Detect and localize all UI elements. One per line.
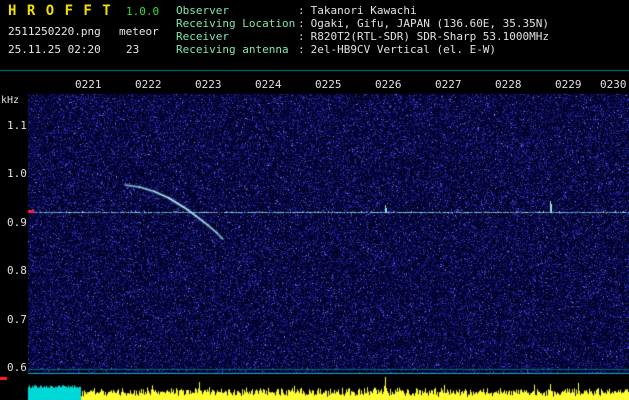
info-label: Observer — [176, 4, 298, 17]
x-tick-label: 0229 — [555, 78, 582, 91]
info-label: Receiving Location — [176, 17, 298, 30]
x-tick-label: 0225 — [315, 78, 342, 91]
y-tick-label: 1.0 — [7, 167, 27, 180]
app-version: 1.0.0 — [126, 5, 159, 18]
info-row-location: Receiving Location: Ogaki, Gifu, JAPAN (1… — [176, 17, 549, 30]
info-value: Ogaki, Gifu, JAPAN (136.60E, 35.35N) — [311, 17, 549, 30]
y-tick-label: 0.6 — [7, 361, 27, 374]
info-value: 2el-HB9CV Vertical (el. E-W) — [311, 43, 496, 56]
x-tick-label: 0224 — [255, 78, 282, 91]
info-row-receiver: Receiver: R820T2(RTL-SDR) SDR-Sharp 53.10… — [176, 30, 549, 43]
info-row-antenna: Receiving antenna:2el-HB9CV Vertical (el… — [176, 43, 549, 56]
x-tick-label: 0227 — [435, 78, 462, 91]
x-tick-label: 0230 — [600, 78, 627, 91]
info-value: R820T2(RTL-SDR) SDR-Sharp 53.1000MHz — [311, 30, 549, 43]
x-tick-label: 0228 — [495, 78, 522, 91]
y-tick-label: 0.8 — [7, 264, 27, 277]
x-tick-label: 0223 — [195, 78, 222, 91]
x-tick-label: 0222 — [135, 78, 162, 91]
y-tick-label: 0.7 — [7, 313, 27, 326]
observer-info-table: Observer: Takanori Kawachi Receiving Loca… — [176, 4, 549, 56]
x-tick-label: 0226 — [375, 78, 402, 91]
y-tick-label: 1.1 — [7, 119, 27, 132]
info-separator: : — [298, 30, 305, 43]
info-separator: : — [298, 4, 305, 17]
frequency-unit-label: kHz — [1, 95, 19, 106]
time-axis: 0221 0222 0223 0224 0225 0226 0227 0228 0229 0230 — [0, 78, 629, 91]
mode-label: meteor — [119, 25, 159, 38]
info-row-observer: Observer: Takanori Kawachi — [176, 4, 549, 17]
echo-count: 23 — [126, 43, 139, 56]
info-value: Takanori Kawachi — [311, 4, 417, 17]
frequency-axis: 1.1 1.0 0.9 0.8 0.7 0.6 — [0, 0, 28, 400]
info-label: Receiver — [176, 30, 298, 43]
spectrogram-canvas — [0, 0, 629, 400]
hrofft-spectrogram-screen: H R O F F T 1.0.0 2511250220.png meteor … — [0, 0, 629, 400]
y-tick-label: 0.9 — [7, 216, 27, 229]
x-tick-label: 0221 — [75, 78, 102, 91]
info-separator: : — [298, 43, 305, 56]
info-separator: : — [298, 17, 305, 30]
info-label: Receiving antenna — [176, 43, 298, 56]
